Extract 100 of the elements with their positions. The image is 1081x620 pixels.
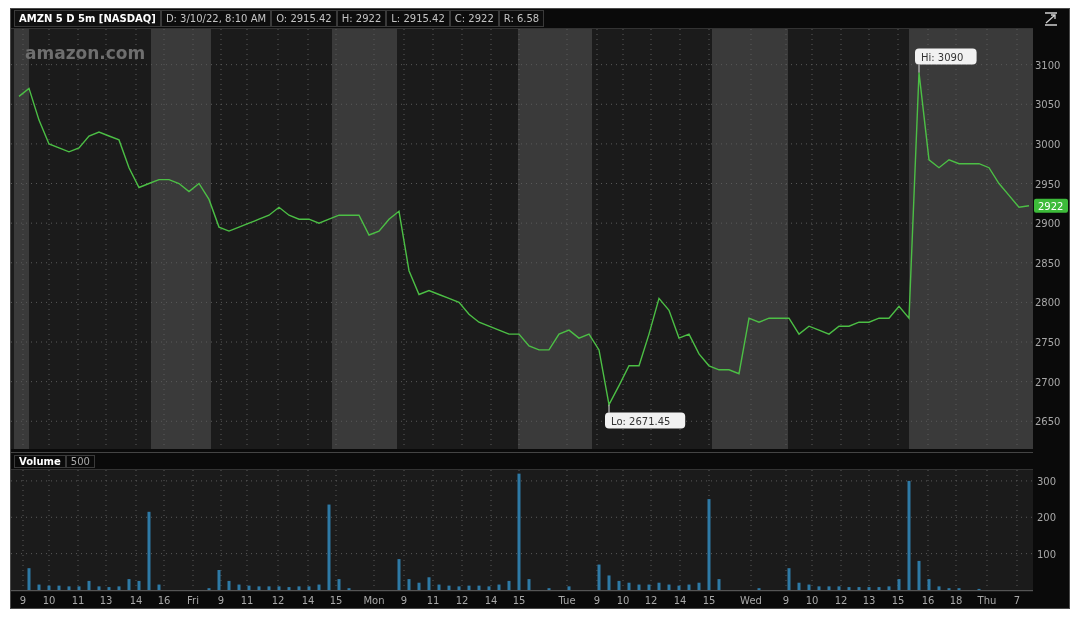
time-axis-label: 15	[891, 595, 905, 606]
time-axis-label: 12	[271, 595, 285, 606]
chart-style-icon[interactable]	[1044, 12, 1058, 26]
volume-bar	[277, 586, 281, 590]
time-axis-label: 11	[71, 595, 85, 606]
quote-readout: H: 2922	[336, 10, 387, 27]
volume-axis-label: 300	[1037, 475, 1057, 487]
volume-bar	[57, 585, 61, 590]
volume-bar	[567, 586, 571, 590]
volume-bar	[697, 582, 701, 590]
volume-bar	[37, 584, 41, 590]
volume-bar	[857, 587, 861, 590]
volume-bar	[817, 586, 821, 590]
price-axis-label: 2750	[1035, 337, 1061, 348]
time-axis-label: 15	[329, 595, 343, 606]
symbol-label: AMZN 5 D 5m [NASDAQ]	[14, 10, 161, 27]
time-axis-label: 11	[426, 595, 440, 606]
volume-bar	[77, 586, 81, 590]
volume-bar	[247, 585, 251, 590]
volume-bar	[667, 584, 671, 590]
volume-bar	[827, 586, 831, 590]
volume-bar	[677, 585, 681, 590]
time-axis-label: 10	[42, 595, 56, 606]
time-axis-label: 10	[805, 595, 819, 606]
time-axis-label: 9	[782, 595, 790, 606]
volume-bar	[597, 564, 601, 590]
volume-bar	[397, 559, 401, 590]
annotation: Lo: 2671.45	[611, 415, 671, 427]
time-axis-label: 12	[834, 595, 848, 606]
volume-bar	[837, 586, 841, 590]
time-axis-label: 13	[862, 595, 876, 606]
volume-bar	[927, 579, 931, 590]
volume-bar	[897, 579, 901, 590]
volume-bar	[717, 579, 721, 590]
volume-bar	[67, 586, 71, 590]
volume-bar	[487, 586, 491, 590]
study-setting: 500	[65, 455, 95, 468]
time-axis-label: 15	[702, 595, 716, 606]
price-axis-label: 2800	[1035, 297, 1061, 309]
volume-bar	[787, 568, 791, 590]
volume-bar	[467, 585, 471, 590]
time-axis-label: 13	[99, 595, 113, 606]
time-axis-label: 9	[19, 595, 27, 606]
volume-bar	[257, 586, 261, 590]
volume-bar	[227, 580, 231, 590]
volume-bar	[47, 585, 51, 590]
volume-bar	[307, 586, 311, 590]
volume-bar	[627, 582, 631, 590]
time-axis-label: Tue	[558, 595, 576, 606]
volume-bar	[97, 586, 101, 590]
volume-bar	[687, 584, 691, 590]
volume-bar	[267, 586, 271, 590]
volume-bar	[237, 584, 241, 590]
volume-bar	[647, 584, 651, 590]
quote-readout: R: 6.58	[498, 10, 545, 27]
volume-bar	[27, 568, 31, 590]
volume-bar	[137, 580, 141, 590]
volume-axis-label: 200	[1037, 512, 1057, 524]
volume-bar	[807, 584, 811, 590]
time-axis-label: 16	[921, 595, 935, 606]
volume-bar	[877, 587, 881, 590]
volume-bar	[637, 584, 641, 590]
volume-bar	[847, 587, 851, 590]
price-axis-label: 3050	[1035, 99, 1061, 111]
price-axis-label: 2900	[1035, 218, 1061, 230]
volume-bar	[337, 579, 341, 590]
time-axis-label: 9	[400, 595, 408, 606]
time-axis-label: 9	[217, 595, 225, 606]
volume-bar	[157, 584, 161, 590]
price-axis-label: 2650	[1035, 416, 1061, 428]
volume-bar	[447, 585, 451, 590]
price-axis-label: 2950	[1035, 178, 1061, 190]
volume-bar	[417, 582, 421, 590]
volume-bar	[797, 582, 801, 590]
volume-bar	[117, 586, 121, 590]
time-axis-label: Fri	[187, 595, 199, 606]
volume-bar	[407, 579, 411, 590]
volume-bar	[607, 575, 611, 590]
time-axis-label: Thu	[977, 595, 997, 606]
volume-bar	[317, 584, 321, 590]
volume-bar	[617, 580, 621, 590]
volume-bar	[127, 579, 131, 590]
study-title: Volume	[14, 455, 66, 468]
time-axis-label: 16	[157, 595, 171, 606]
time-axis-label: 10	[616, 595, 630, 606]
volume-bar	[107, 587, 111, 590]
annotation: Hi: 3090	[921, 51, 964, 63]
time-axis-label: 15	[512, 595, 526, 606]
volume-bar	[87, 580, 91, 590]
time-axis-label: 18	[949, 595, 963, 606]
time-axis-label: 12	[455, 595, 469, 606]
price-callout: Lo: 2671.45	[605, 404, 686, 429]
time-axis-label: 14	[484, 595, 498, 606]
time-axis-label: 7	[1013, 595, 1021, 606]
volume-bar	[457, 586, 461, 590]
volume-bar	[287, 587, 291, 590]
price-axis-label: 2850	[1035, 257, 1061, 269]
volume-bar	[427, 577, 431, 590]
time-axis-label: Mon	[363, 595, 385, 606]
volume-bar	[297, 586, 301, 590]
